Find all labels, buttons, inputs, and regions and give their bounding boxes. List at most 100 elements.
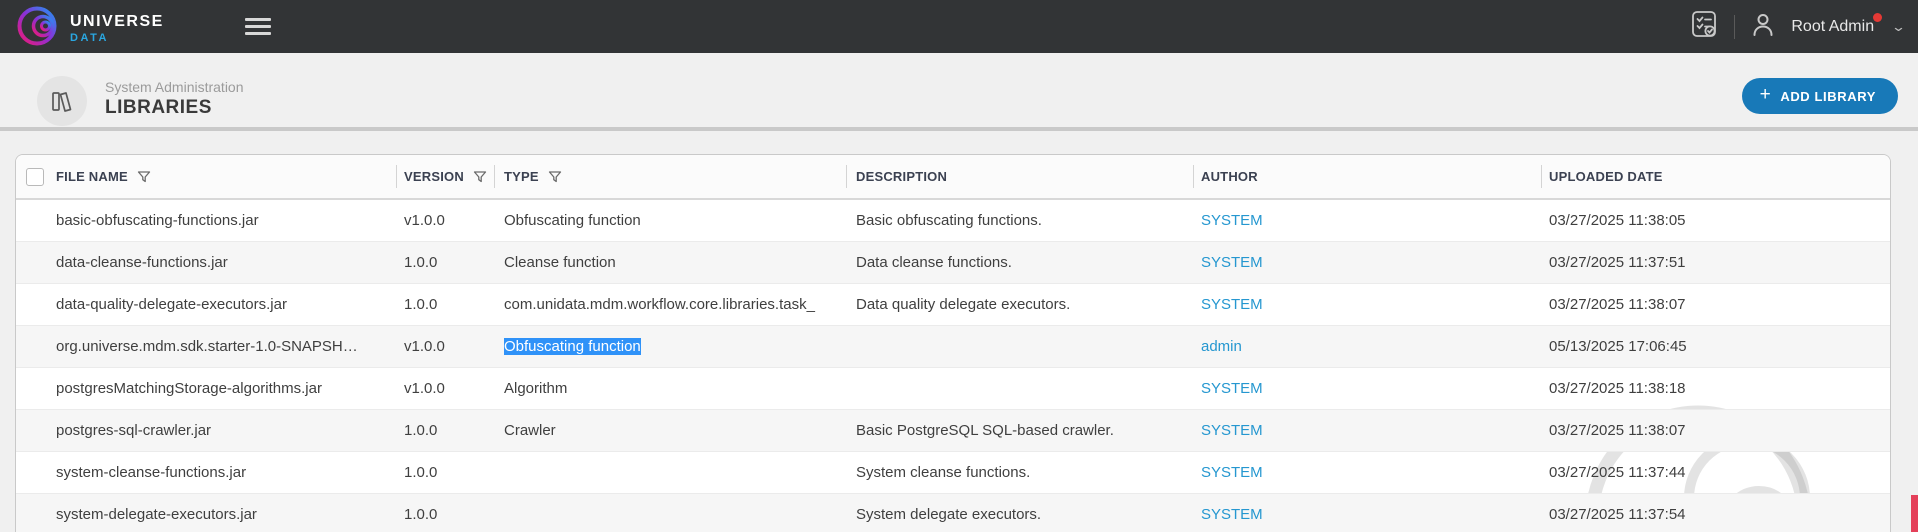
- version-cell: 1.0.0: [396, 422, 494, 439]
- header-checkbox-cell: [16, 155, 56, 198]
- chevron-down-icon[interactable]: ⌄: [1891, 19, 1906, 35]
- notification-dot: [1873, 13, 1882, 22]
- column-header-file-name[interactable]: FILE NAME: [56, 155, 396, 198]
- author-cell: SYSTEM: [1193, 296, 1541, 313]
- author-link[interactable]: SYSTEM: [1201, 380, 1263, 397]
- uploaded-date-cell: 03/27/2025 11:38:18: [1541, 380, 1890, 397]
- right-edge-red-indicator: [1911, 495, 1918, 532]
- type-cell: Algorithm: [494, 380, 846, 397]
- type-cell: com.unidata.mdm.workflow.core.libraries.…: [494, 296, 846, 313]
- version-cell: v1.0.0: [396, 380, 494, 397]
- file-name-cell: org.universe.mdm.sdk.starter-1.0-SNAPSH…: [56, 338, 396, 355]
- brand[interactable]: UNIVERSE DATA: [16, 5, 164, 52]
- file-name-cell: postgresMatchingStorage-algorithms.jar: [56, 380, 396, 397]
- version-cell: v1.0.0: [396, 338, 494, 355]
- file-name-cell: data-cleanse-functions.jar: [56, 254, 396, 271]
- uploaded-date-cell: 03/27/2025 11:38:05: [1541, 212, 1890, 229]
- author-cell: SYSTEM: [1193, 380, 1541, 397]
- select-all-checkbox[interactable]: [26, 168, 44, 186]
- user-menu[interactable]: Root Admin: [1791, 18, 1878, 36]
- column-header-author[interactable]: AUTHOR: [1193, 155, 1541, 198]
- column-label: AUTHOR: [1201, 169, 1258, 184]
- table-row[interactable]: org.universe.mdm.sdk.starter-1.0-SNAPSH……: [16, 326, 1890, 368]
- filter-icon[interactable]: [473, 170, 487, 184]
- type-cell-text: Obfuscating function: [504, 212, 641, 229]
- plus-icon: +: [1760, 84, 1772, 106]
- author-link[interactable]: SYSTEM: [1201, 506, 1263, 523]
- version-cell: 1.0.0: [396, 254, 494, 271]
- breadcrumb: System Administration: [105, 79, 244, 95]
- file-name-cell: basic-obfuscating-functions.jar: [56, 212, 396, 229]
- author-cell: admin: [1193, 338, 1541, 355]
- table-body: basic-obfuscating-functions.jar v1.0.0 O…: [16, 200, 1890, 532]
- tasks-icon[interactable]: [1689, 9, 1719, 44]
- type-cell: Cleanse function: [494, 254, 846, 271]
- uploaded-date-cell: 05/13/2025 17:06:45: [1541, 338, 1890, 355]
- libraries-table: FILE NAME VERSION TYPE DESCRIPTION AUTHO…: [15, 154, 1891, 532]
- header-divider: [0, 127, 1918, 131]
- author-cell: SYSTEM: [1193, 422, 1541, 439]
- author-cell: SYSTEM: [1193, 506, 1541, 523]
- brand-subtitle: DATA: [70, 32, 164, 44]
- author-link[interactable]: admin: [1201, 338, 1242, 355]
- type-cell-text: Algorithm: [504, 380, 567, 397]
- topbar: UNIVERSE DATA Root Admin ⌄: [0, 0, 1918, 53]
- page-title: LIBRARIES: [105, 97, 212, 119]
- type-cell: Obfuscating function: [494, 212, 846, 229]
- column-label: TYPE: [504, 169, 539, 184]
- table-header-row: FILE NAME VERSION TYPE DESCRIPTION AUTHO…: [16, 155, 1890, 200]
- filter-icon[interactable]: [548, 170, 562, 184]
- type-cell-text: Obfuscating function: [504, 338, 641, 355]
- column-header-description[interactable]: DESCRIPTION: [846, 155, 1193, 198]
- author-link[interactable]: SYSTEM: [1201, 296, 1263, 313]
- type-cell-text: com.unidata.mdm.workflow.core.libraries.…: [504, 296, 815, 313]
- table-row[interactable]: system-cleanse-functions.jar 1.0.0 Syste…: [16, 452, 1890, 494]
- version-cell: 1.0.0: [396, 506, 494, 523]
- topbar-divider: [1734, 15, 1735, 39]
- column-header-uploaded-date[interactable]: UPLOADED DATE: [1541, 155, 1890, 198]
- author-link[interactable]: SYSTEM: [1201, 464, 1263, 481]
- description-cell: Data cleanse functions.: [846, 254, 1193, 271]
- column-label: DESCRIPTION: [856, 169, 947, 184]
- author-link[interactable]: SYSTEM: [1201, 212, 1263, 229]
- table-row[interactable]: system-delegate-executors.jar 1.0.0 Syst…: [16, 494, 1890, 532]
- table-row[interactable]: basic-obfuscating-functions.jar v1.0.0 O…: [16, 200, 1890, 242]
- author-cell: SYSTEM: [1193, 212, 1541, 229]
- column-header-version[interactable]: VERSION: [396, 155, 494, 198]
- description-cell: Basic PostgreSQL SQL-based crawler.: [846, 422, 1193, 439]
- type-cell: Crawler: [494, 422, 846, 439]
- version-cell: 1.0.0: [396, 464, 494, 481]
- user-name: Root Admin: [1791, 18, 1874, 35]
- author-cell: SYSTEM: [1193, 254, 1541, 271]
- add-library-label: ADD LIBRARY: [1780, 89, 1876, 104]
- brand-title: UNIVERSE: [70, 13, 164, 31]
- description-cell: Data quality delegate executors.: [846, 296, 1193, 313]
- table-row[interactable]: postgresMatchingStorage-algorithms.jar v…: [16, 368, 1890, 410]
- uploaded-date-cell: 03/27/2025 11:37:54: [1541, 506, 1890, 523]
- filter-icon[interactable]: [137, 170, 151, 184]
- menu-icon[interactable]: [245, 18, 271, 36]
- file-name-cell: system-cleanse-functions.jar: [56, 464, 396, 481]
- author-link[interactable]: SYSTEM: [1201, 254, 1263, 271]
- author-link[interactable]: SYSTEM: [1201, 422, 1263, 439]
- column-header-type[interactable]: TYPE: [494, 155, 846, 198]
- universe-logo-icon: [16, 5, 58, 52]
- file-name-cell: system-delegate-executors.jar: [56, 506, 396, 523]
- uploaded-date-cell: 03/27/2025 11:38:07: [1541, 422, 1890, 439]
- author-cell: SYSTEM: [1193, 464, 1541, 481]
- version-cell: 1.0.0: [396, 296, 494, 313]
- type-cell: Obfuscating function: [494, 338, 846, 355]
- uploaded-date-cell: 03/27/2025 11:37:51: [1541, 254, 1890, 271]
- type-cell-text: Crawler: [504, 422, 556, 439]
- file-name-cell: data-quality-delegate-executors.jar: [56, 296, 396, 313]
- column-label: UPLOADED DATE: [1549, 169, 1663, 184]
- description-cell: System cleanse functions.: [846, 464, 1193, 481]
- user-icon[interactable]: [1750, 11, 1776, 42]
- table-row[interactable]: postgres-sql-crawler.jar 1.0.0 Crawler B…: [16, 410, 1890, 452]
- version-cell: v1.0.0: [396, 212, 494, 229]
- add-library-button[interactable]: + ADD LIBRARY: [1742, 78, 1898, 114]
- table-row[interactable]: data-quality-delegate-executors.jar 1.0.…: [16, 284, 1890, 326]
- table-row[interactable]: data-cleanse-functions.jar 1.0.0 Cleanse…: [16, 242, 1890, 284]
- type-cell-text: Cleanse function: [504, 254, 616, 271]
- file-name-cell: postgres-sql-crawler.jar: [56, 422, 396, 439]
